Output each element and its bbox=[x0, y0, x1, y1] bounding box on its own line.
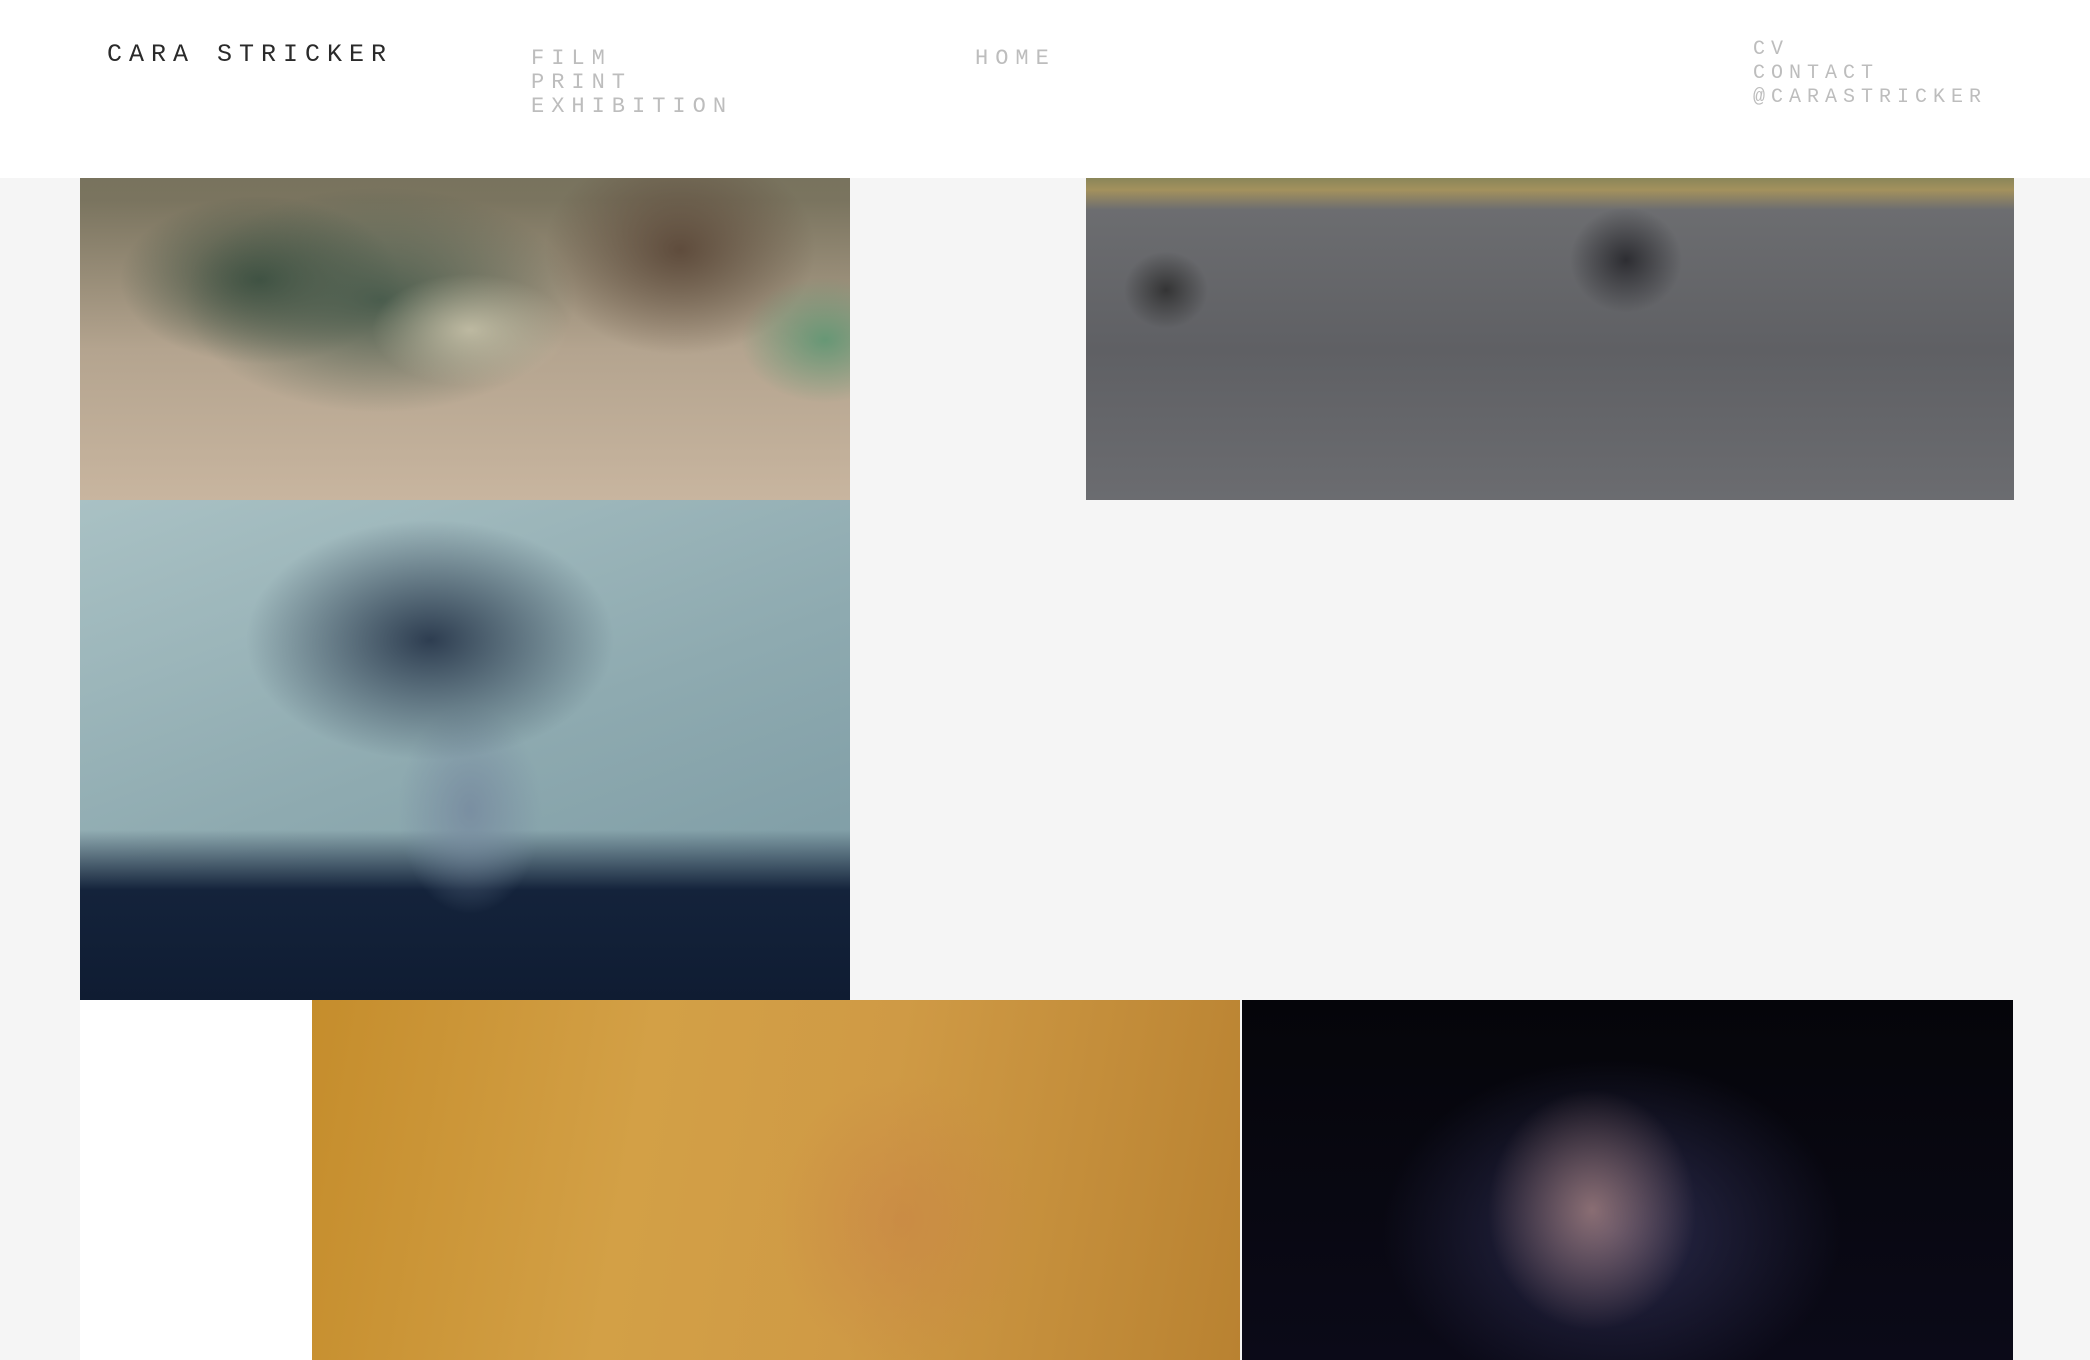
project-thumbnail-amber-portrait[interactable] bbox=[312, 1000, 1240, 1360]
site-title-link[interactable]: CARA STRICKER bbox=[107, 40, 393, 69]
nav-exhibition-link[interactable]: EXHIBITION bbox=[531, 95, 733, 119]
nav-contact-link[interactable]: CONTACT bbox=[1753, 62, 1987, 86]
nav-print-link[interactable]: PRINT bbox=[531, 71, 733, 95]
info-nav: CV CONTACT @CARASTRICKER bbox=[1753, 38, 1987, 110]
project-thumbnail-dark-portrait[interactable] bbox=[1242, 1000, 2013, 1360]
project-gallery bbox=[0, 0, 2090, 1360]
nav-instagram-link[interactable]: @CARASTRICKER bbox=[1753, 86, 1987, 110]
work-nav: FILM PRINT EXHIBITION bbox=[531, 47, 733, 119]
nav-film-link[interactable]: FILM bbox=[531, 47, 733, 71]
gallery-spacer bbox=[80, 1000, 312, 1360]
nav-cv-link[interactable]: CV bbox=[1753, 38, 1987, 62]
site-header: CARA STRICKER FILM PRINT EXHIBITION HOME… bbox=[0, 0, 2090, 178]
nav-home-link[interactable]: HOME bbox=[975, 47, 1056, 71]
project-thumbnail-blue-portrait[interactable] bbox=[80, 500, 850, 1000]
home-nav: HOME bbox=[975, 47, 1056, 71]
